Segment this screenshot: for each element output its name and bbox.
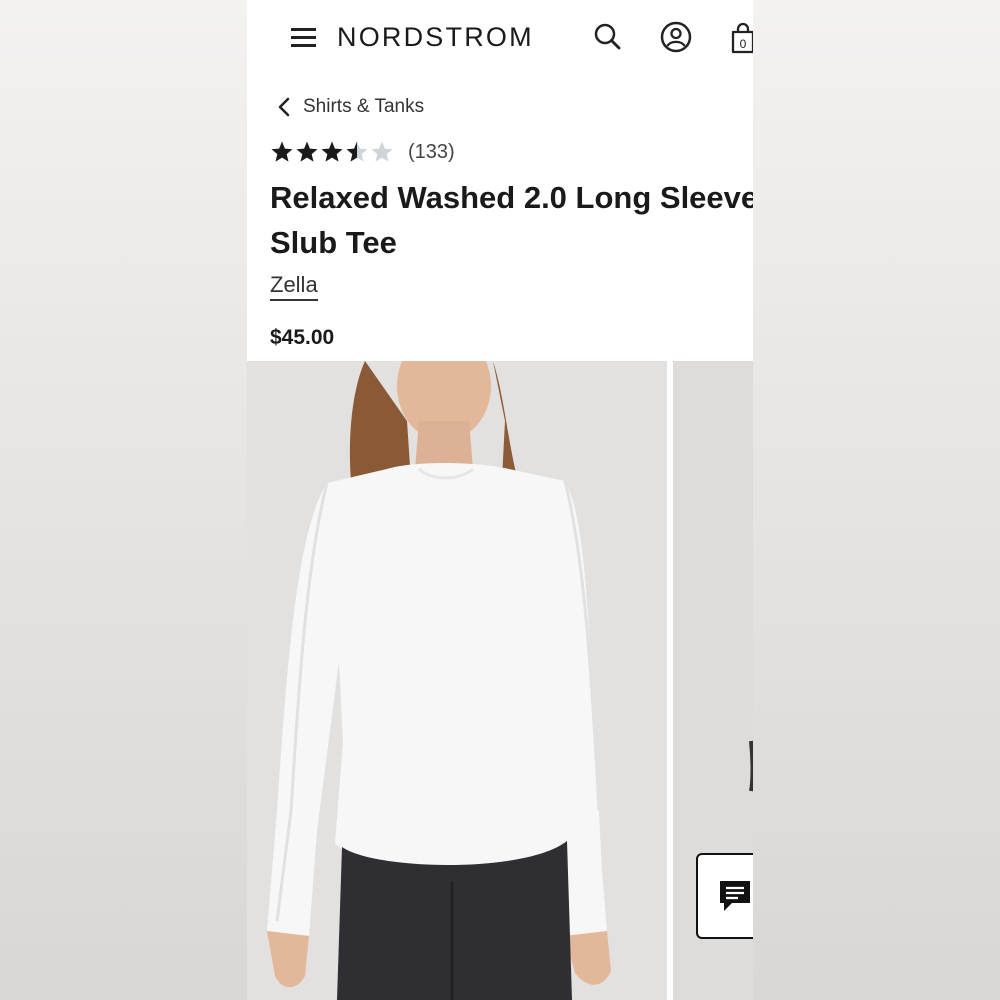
nordstrom-logo[interactable]: NORDSTROM: [337, 22, 534, 53]
bag-count: 0: [740, 37, 747, 51]
right-background: [753, 0, 1000, 1000]
breadcrumb[interactable]: Shirts & Tanks: [277, 94, 424, 120]
review-count[interactable]: (133): [408, 141, 455, 164]
shopping-bag-icon[interactable]: 0: [731, 21, 753, 60]
chat-icon: [720, 881, 750, 911]
star-icon: [296, 141, 318, 162]
account-icon[interactable]: [659, 20, 693, 59]
product-rating[interactable]: (133): [270, 140, 455, 164]
chat-button[interactable]: [696, 853, 753, 939]
product-title: Relaxed Washed 2.0 Long Sleeve Slub Tee: [270, 180, 753, 260]
menu-icon[interactable]: [291, 25, 317, 49]
product-image-main[interactable]: [247, 361, 667, 1000]
star-icon: [271, 141, 293, 162]
brand-link[interactable]: Zella: [270, 272, 318, 301]
star-icon: [321, 141, 343, 162]
star-icon: [346, 141, 368, 162]
breadcrumb-label: Shirts & Tanks: [303, 96, 425, 117]
chevron-left-icon: [278, 97, 290, 117]
site-header: NORDSTROM 0: [247, 0, 753, 76]
product-price: $45.00: [270, 326, 335, 349]
star-rating: [270, 140, 394, 164]
star-icon: [371, 141, 393, 162]
left-background: [0, 0, 247, 1000]
search-icon[interactable]: [593, 22, 623, 57]
mobile-page: NORDSTROM 0 Shirts & Tanks (133) Relaxed…: [247, 0, 753, 1000]
